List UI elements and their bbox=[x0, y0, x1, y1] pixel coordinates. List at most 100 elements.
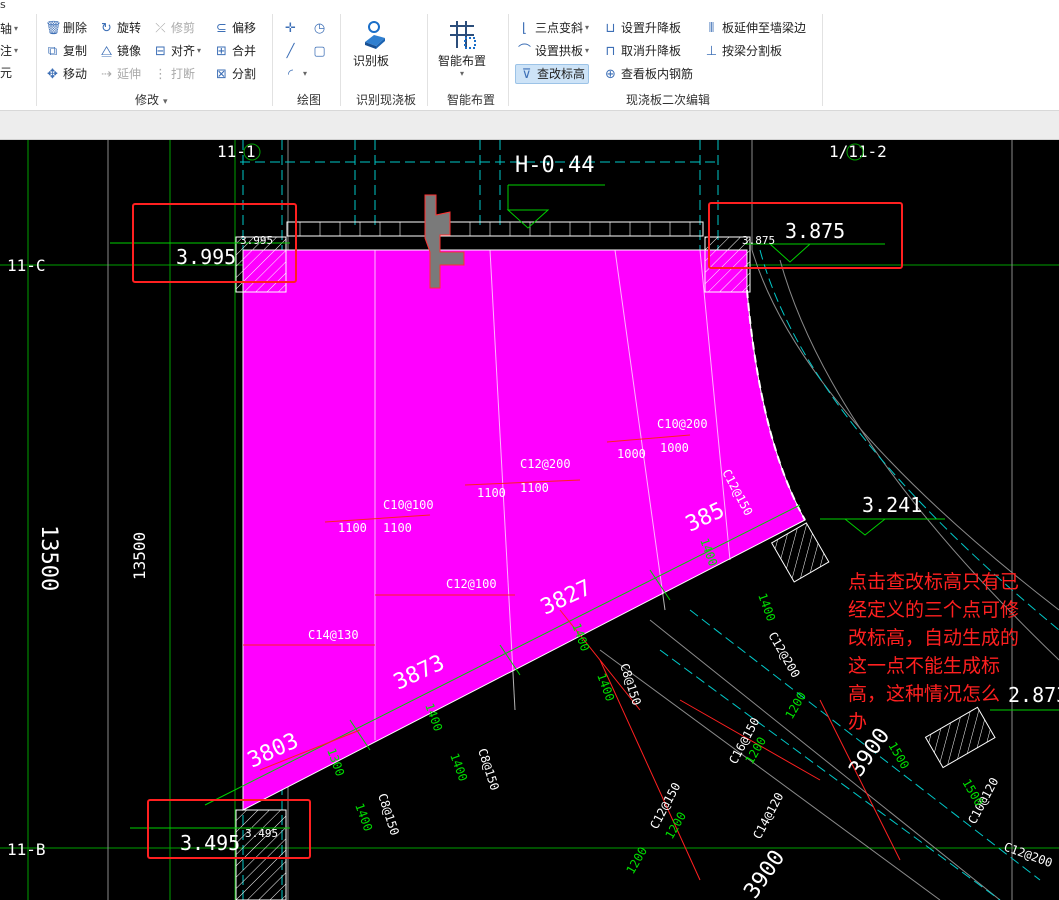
cancel-lift-icon: ⊓ bbox=[605, 43, 616, 59]
axis-label-top-left: 11-1 bbox=[217, 142, 256, 161]
length-label: 1100 bbox=[477, 486, 506, 500]
rebar-label: C10@200 bbox=[657, 417, 708, 431]
note-line: 办 bbox=[848, 711, 867, 733]
align-label: 对齐 bbox=[171, 44, 196, 58]
offset-icon: ⊆ bbox=[216, 20, 227, 36]
draw-group-label: 绘图 bbox=[297, 93, 322, 107]
move-button[interactable]: ✥ 移动 bbox=[45, 64, 87, 84]
chevron-down-icon: ▾ bbox=[14, 24, 19, 33]
cancel-lift-button[interactable]: ⊓ 取消升降板 bbox=[603, 41, 681, 61]
copy-label: 复制 bbox=[63, 44, 88, 58]
offset-button[interactable]: ⊆ 偏移 bbox=[214, 18, 256, 38]
left-cut-label-2: 注 bbox=[0, 44, 13, 58]
rotate-button[interactable]: ↻ 旋转 bbox=[99, 18, 141, 38]
extend-to-wall-button[interactable]: ⫴ 板延伸至墙梁边 bbox=[704, 18, 806, 38]
split-button[interactable]: ⊠ 分割 bbox=[214, 64, 256, 84]
three-point-slope-label: 三点变斜 bbox=[535, 21, 584, 35]
ribbon: s 轴 ▾ 注 ▾ 元 🗑 删除 ↻ 旋转 ⤫ 修剪 ⊆ 偏移 ⧉ 复制 ⧋ 镜像 ⊟ 对齐 ▾ ⊞… bbox=[0, 0, 1059, 111]
axis-label-c: 11-C bbox=[7, 256, 46, 275]
set-lift-button[interactable]: ⊔ 设置升降板 bbox=[603, 18, 681, 38]
circle-icon: ◷ bbox=[313, 20, 326, 36]
annotation-note: 点击查改标高只有已 经定义的三个点可修 改标高，自动生成的 这一点不能生成标 高… bbox=[848, 571, 1019, 733]
extend-label: 延伸 bbox=[117, 67, 142, 81]
delete-button[interactable]: 🗑 删除 bbox=[45, 18, 87, 38]
arch-icon: ⌒ bbox=[517, 43, 531, 59]
note-line: 高，这种情况怎么 bbox=[848, 683, 1000, 705]
check-elevation-button[interactable]: ⊽ 查改标高 bbox=[515, 64, 590, 84]
smart-group-label: 智能布置 bbox=[447, 93, 496, 107]
align-button[interactable]: ⊟ 对齐 ▾ bbox=[153, 41, 201, 61]
note-line: 这一点不能生成标 bbox=[848, 655, 1000, 677]
extend-icon: ⇢ bbox=[101, 66, 112, 82]
chevron-down-icon: ▾ bbox=[459, 69, 464, 78]
mirror-label: 镜像 bbox=[117, 44, 142, 58]
point-icon: ✛ bbox=[285, 20, 296, 36]
split-by-beam-button[interactable]: ⊥ 按梁分割板 bbox=[704, 41, 782, 61]
elevation-top-right: 3.875 bbox=[785, 219, 845, 243]
set-arch-label: 设置拱板 bbox=[535, 44, 584, 58]
merge-button[interactable]: ⊞ 合并 bbox=[214, 41, 256, 61]
note-line: 经定义的三个点可修 bbox=[848, 599, 1019, 621]
length-label: 1000 bbox=[660, 441, 689, 455]
set-arch-button[interactable]: ⌒ 设置拱板 ▾ bbox=[517, 41, 589, 61]
chevron-down-icon: ▾ bbox=[585, 23, 590, 32]
line-draw-button[interactable]: ╱ bbox=[283, 41, 301, 61]
rebar-label: C12@200 bbox=[765, 630, 802, 681]
group-separator bbox=[822, 14, 823, 106]
length-label: 1400 bbox=[755, 591, 778, 623]
move-label: 移动 bbox=[63, 67, 88, 81]
smart-layout-button[interactable]: 智能布置 ▾ bbox=[432, 18, 492, 78]
group-separator bbox=[36, 14, 37, 106]
trim-button[interactable]: ⤫ 修剪 bbox=[153, 18, 195, 38]
identify-slab-button[interactable]: 识别板 bbox=[346, 18, 396, 69]
length-label: 1100 bbox=[338, 521, 367, 535]
offset-label: 偏移 bbox=[232, 21, 257, 35]
left-cut-item-1[interactable]: 轴 ▾ bbox=[0, 19, 18, 39]
note-line: 改标高，自动生成的 bbox=[848, 627, 1019, 649]
mirror-button[interactable]: ⧋ 镜像 bbox=[99, 41, 141, 61]
trash-icon: 🗑 bbox=[45, 20, 62, 36]
trim-label: 修剪 bbox=[171, 21, 196, 35]
top-beam bbox=[286, 221, 704, 237]
rectangle-icon: ▢ bbox=[313, 43, 326, 59]
length-label: 1000 bbox=[617, 447, 646, 461]
selected-slab[interactable] bbox=[242, 249, 806, 811]
dimension-13500-outer: 13500 bbox=[36, 525, 61, 591]
break-label: 打断 bbox=[171, 67, 196, 81]
modify-group-label[interactable]: 修改 ▾ bbox=[135, 91, 168, 108]
modify-label: 修改 bbox=[135, 93, 160, 107]
point-draw-button[interactable]: ✛ bbox=[283, 18, 301, 38]
cad-canvas[interactable]: 11-1 1/11-2 11-C 11-B H-0.44 3.995 3.995… bbox=[0, 140, 1059, 900]
extend-button[interactable]: ⇢ 延伸 bbox=[99, 64, 141, 84]
rebar-label: C12@200 bbox=[1002, 840, 1054, 870]
length-label: 1400 bbox=[594, 671, 617, 703]
three-point-slope-button[interactable]: ⌊ 三点变斜 ▾ bbox=[517, 18, 589, 38]
copy-button[interactable]: ⧉ 复制 bbox=[45, 41, 87, 61]
note-line: 点击查改标高只有已 bbox=[848, 571, 1019, 593]
edit2-group-label: 现浇板二次编辑 bbox=[626, 93, 711, 107]
split-label: 分割 bbox=[232, 67, 257, 81]
left-cut-label-1: 轴 bbox=[0, 22, 13, 36]
move-icon: ✥ bbox=[47, 66, 58, 82]
elevation-far-right: 2.873 bbox=[1008, 683, 1059, 707]
rebar-label: C8@150 bbox=[475, 747, 502, 793]
chevron-down-icon: ▾ bbox=[303, 69, 308, 78]
set-lift-label: 设置升降板 bbox=[621, 21, 682, 35]
arc-draw-button[interactable]: ◜ ▾ bbox=[283, 64, 307, 84]
line-icon: ╱ bbox=[286, 43, 295, 59]
circle-draw-button[interactable]: ◷ bbox=[312, 18, 330, 38]
rect-draw-button[interactable]: ▢ bbox=[312, 41, 330, 61]
left-cut-item-2[interactable]: 注 ▾ bbox=[0, 41, 18, 61]
left-cut-item-3[interactable]: 元 bbox=[0, 63, 12, 83]
rebar-view-icon: ⊕ bbox=[605, 66, 616, 82]
length-label: 1400 bbox=[447, 751, 470, 783]
break-button[interactable]: ⋮ 打断 bbox=[153, 64, 195, 84]
length-label: 1400 bbox=[352, 801, 375, 833]
elevation-bottom-left-small: 3.495 bbox=[245, 827, 278, 840]
mirror-icon: ⧋ bbox=[100, 43, 113, 59]
identify-slab-label: 识别板 bbox=[352, 54, 389, 68]
view-rebar-button[interactable]: ⊕ 查看板内钢筋 bbox=[603, 64, 693, 84]
group-separator bbox=[272, 14, 273, 106]
check-elevation-label: 查改标高 bbox=[537, 67, 586, 81]
rebar-label: C12@200 bbox=[520, 457, 571, 471]
